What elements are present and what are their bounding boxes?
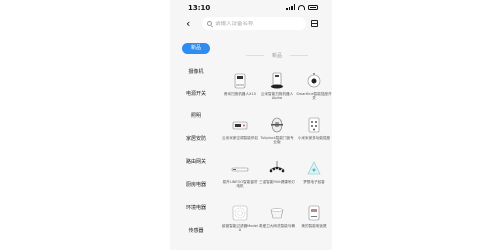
product-name: Tuliplock智能门锁专业版 xyxy=(260,136,294,145)
product-item[interactable]: 云米米家空调智能伴侣 xyxy=(222,116,258,140)
product-item[interactable]: 希爱卫大网洗智能马桶 xyxy=(259,204,295,228)
product-name: 梦想电子蚊香 xyxy=(303,180,325,184)
product-item[interactable]: 三诺智能Fillit健康吊灯 xyxy=(259,160,295,184)
product-item[interactable]: 梦想电子蚊香 xyxy=(296,160,332,184)
door-lock-icon xyxy=(271,117,283,133)
sidebar-item-lighting[interactable]: 照明 xyxy=(170,113,222,119)
ac-companion-icon xyxy=(232,121,248,130)
category-sidebar: 新品 摄像机 电源开关 照明 家居安防 路由网关 厨房电器 环境电器 传感器 xyxy=(170,36,222,250)
smart-toilet-icon xyxy=(270,208,284,219)
product-name: 小米米家多功能插座 xyxy=(297,136,331,140)
product-name: 睿米扫拖机器人X10 xyxy=(223,92,257,96)
product-content: 新品 睿米扫拖机器人X10 云米智能扫拖机器人Alpha Smartline智能… xyxy=(222,36,332,250)
wifi-icon xyxy=(298,4,305,10)
battery-icon xyxy=(308,4,318,10)
sidebar-item-kitchen[interactable]: 厨房电器 xyxy=(170,182,222,188)
product-item[interactable]: 睿米扫拖机器人X10 xyxy=(222,72,258,96)
sidebar-item-home-security[interactable]: 家居安防 xyxy=(170,136,222,142)
product-name: 欧普智能过滤器Model A xyxy=(222,224,258,233)
product-name: 云米智能扫拖机器人Alpha xyxy=(260,92,294,101)
product-item[interactable]: 小米米家多功能插座 xyxy=(296,116,332,140)
rice-cooker-icon xyxy=(308,205,320,221)
product-name: 希爱卫大网洗智能马桶 xyxy=(259,224,295,228)
curtain-motor-icon xyxy=(231,167,249,172)
robot-vacuum-icon xyxy=(234,73,246,89)
sidebar-item-router-gateway[interactable]: 路由网关 xyxy=(170,159,222,165)
phone-screen: 13:10 ‹ 新品 摄像机 电源开关 照明 家居安防 路由网关 厨房电器 环境… xyxy=(170,0,332,250)
product-name: 三诺智能Fillit健康吊灯 xyxy=(259,180,295,184)
product-item[interactable]: 美的智能电饭煲 xyxy=(296,204,332,228)
section-title: 新品 xyxy=(222,52,332,59)
product-item[interactable]: Tuliplock智能门锁专业版 xyxy=(259,116,295,145)
product-item[interactable]: Smartline智能插座开关 xyxy=(296,72,332,101)
product-name: 美的智能电饭煲 xyxy=(301,224,327,228)
back-arrow-icon[interactable]: ‹ xyxy=(186,18,190,29)
sidebar-item-power-switch[interactable]: 电源开关 xyxy=(170,91,222,97)
mosquito-repeller-icon xyxy=(307,161,321,175)
product-item[interactable]: 欧普智能过滤器Model A xyxy=(222,204,258,233)
sidebar-item-new[interactable]: 新品 xyxy=(182,43,210,54)
search-box[interactable] xyxy=(202,17,306,30)
status-time: 13:10 xyxy=(188,4,211,12)
product-name: 云米米家空调智能伴侣 xyxy=(222,136,258,140)
status-bar: 13:10 xyxy=(170,0,332,14)
scan-icon[interactable] xyxy=(311,20,318,27)
air-filter-icon xyxy=(232,205,248,221)
product-name: Smartline智能插座开关 xyxy=(296,92,332,101)
product-item[interactable]: 云米智能扫拖机器人Alpha xyxy=(259,72,295,101)
smart-plug-icon xyxy=(307,73,321,88)
search-input[interactable] xyxy=(215,20,300,27)
product-item[interactable]: 易开LINFOO智能窗帘电机 xyxy=(222,160,258,189)
sidebar-item-sensor[interactable]: 传感器 xyxy=(170,228,222,234)
product-name: 易开LINFOO智能窗帘电机 xyxy=(222,180,258,189)
status-icons xyxy=(286,4,318,10)
sidebar-item-environment[interactable]: 环境电器 xyxy=(170,205,222,211)
pendant-lamp-icon xyxy=(269,161,285,173)
search-bar-row: ‹ xyxy=(170,15,332,33)
signal-icon xyxy=(286,4,295,10)
power-strip-icon xyxy=(308,117,320,133)
sidebar-item-camera[interactable]: 摄像机 xyxy=(170,69,222,75)
search-icon xyxy=(207,21,212,26)
robot-mop-icon xyxy=(271,72,283,89)
